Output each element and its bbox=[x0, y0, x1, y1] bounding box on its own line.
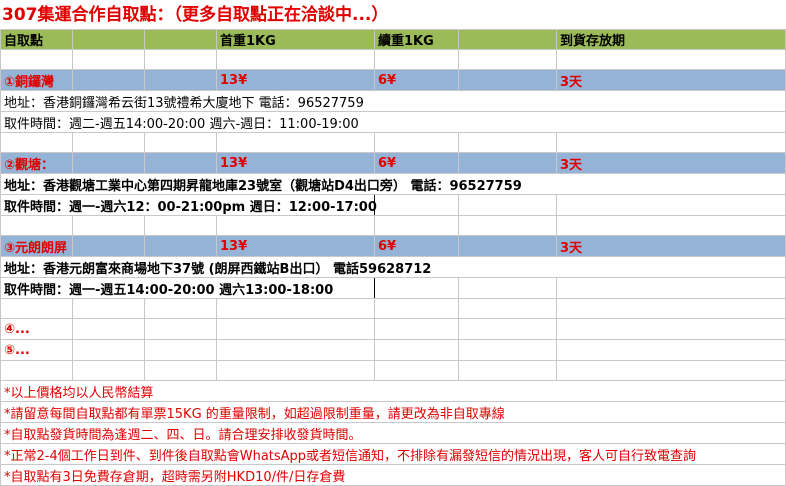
address-row: 地址：香港元朗富來商場地下37號 (朗屏西鐵站B出口） 電話59628712 bbox=[0, 256, 786, 278]
extra-kg-price[interactable]: 6¥ bbox=[374, 235, 459, 257]
extra-kg-price[interactable]: 6¥ bbox=[374, 152, 459, 174]
location-row: ①銅鑼灣 13¥ 6¥ 3天 bbox=[0, 69, 786, 91]
location-hours[interactable]: 取件時間：週一-週六12：00-21:00pm 週日：12:00-17:00 bbox=[0, 194, 377, 216]
first-kg-price[interactable]: 13¥ bbox=[216, 69, 375, 91]
blank-row bbox=[0, 298, 786, 319]
location-name[interactable]: ①銅鑼灣 bbox=[0, 69, 73, 91]
address-row: 地址：香港觀塘工業中心第四期昇龍地庫23號室（觀塘站D4出口旁） 電話：9652… bbox=[0, 173, 786, 195]
first-kg-price[interactable]: 13¥ bbox=[216, 152, 375, 174]
note-text[interactable]: *請留意每間自取點都有單票15KG 的重量限制，如超過限制重量，請更改為非自取專… bbox=[0, 401, 786, 423]
address-row: 地址：香港銅鑼灣希云街13號禮希大廈地下 電話：96527759 bbox=[0, 90, 786, 112]
note-row: *以上價格均以人民幣結算 bbox=[0, 380, 786, 402]
note-text[interactable]: *正常2-4個工作日到件、到件後自取點會WhatsApp或者短信通知，不排除有漏… bbox=[0, 443, 786, 465]
header-extra-kg[interactable]: 續重1KG bbox=[374, 29, 459, 50]
hours-row: 取件時間：週二-週五14:00-20:00 週六-週日：11:00-19:00 bbox=[0, 111, 786, 133]
note-row: *正常2-4個工作日到件、到件後自取點會WhatsApp或者短信通知，不排除有漏… bbox=[0, 443, 786, 465]
location-address[interactable]: 地址：香港銅鑼灣希云街13號禮希大廈地下 電話：96527759 bbox=[0, 90, 786, 112]
blank-row bbox=[0, 360, 786, 381]
note-row: *自取點發貨時間為逢週二、四、日。請合理安排收發貨時間。 bbox=[0, 422, 786, 444]
storage-period[interactable]: 3天 bbox=[556, 235, 786, 257]
more-placeholder[interactable]: ⑤... bbox=[0, 339, 73, 361]
storage-period[interactable]: 3天 bbox=[556, 69, 786, 91]
more-placeholder[interactable]: ④... bbox=[0, 318, 73, 340]
note-text[interactable]: *以上價格均以人民幣結算 bbox=[0, 380, 786, 402]
header-first-kg[interactable]: 首重1KG bbox=[216, 29, 375, 50]
more-row: ⑤... bbox=[0, 339, 786, 361]
note-text[interactable]: *自取點有3日免費存倉期，超時需另附HKD10/件/日存倉費 bbox=[0, 464, 786, 486]
sheet-title: 307集運合作自取點：（更多自取點正在洽談中...） bbox=[2, 5, 389, 25]
location-name[interactable]: ③元朗朗屏 bbox=[0, 235, 73, 257]
note-row: *請留意每間自取點都有單票15KG 的重量限制，如超過限制重量，請更改為非自取專… bbox=[0, 401, 786, 423]
note-text[interactable]: *自取點發貨時間為逢週二、四、日。請合理安排收發貨時間。 bbox=[0, 422, 786, 444]
blank-row bbox=[0, 49, 786, 70]
pickup-table: 自取點 首重1KG 續重1KG 到貨存放期 ①銅鑼灣 13¥ 6¥ 3天 地址：… bbox=[0, 29, 786, 486]
location-row: ③元朗朗屏 13¥ 6¥ 3天 bbox=[0, 235, 786, 257]
location-hours[interactable]: 取件時間：週一-週五14:00-20:00 週六13:00-18:00 bbox=[0, 277, 375, 299]
extra-kg-price[interactable]: 6¥ bbox=[374, 69, 459, 91]
location-address[interactable]: 地址：香港觀塘工業中心第四期昇龍地庫23號室（觀塘站D4出口旁） 電話：9652… bbox=[0, 173, 786, 195]
spreadsheet: 307集運合作自取點：（更多自取點正在洽談中...） 自取點 首重1KG 續重1… bbox=[0, 0, 786, 486]
hours-row: 取件時間：週一-週六12：00-21:00pm 週日：12:00-17:00 bbox=[0, 194, 786, 216]
location-row: ②觀塘： 13¥ 6¥ 3天 bbox=[0, 152, 786, 174]
note-row: *自取點有3日免費存倉期，超時需另附HKD10/件/日存倉費 bbox=[0, 464, 786, 486]
location-hours[interactable]: 取件時間：週二-週五14:00-20:00 週六-週日：11:00-19:00 bbox=[0, 111, 786, 133]
header-pickup-point[interactable]: 自取點 bbox=[0, 29, 73, 50]
first-kg-price[interactable]: 13¥ bbox=[216, 235, 375, 257]
blank-row bbox=[0, 215, 786, 236]
storage-period[interactable]: 3天 bbox=[556, 152, 786, 174]
location-name[interactable]: ②觀塘： bbox=[0, 152, 73, 174]
blank-row bbox=[0, 132, 786, 153]
hours-row: 取件時間：週一-週五14:00-20:00 週六13:00-18:00 bbox=[0, 277, 786, 299]
header-row: 自取點 首重1KG 續重1KG 到貨存放期 bbox=[0, 29, 786, 50]
location-address[interactable]: 地址：香港元朗富來商場地下37號 (朗屏西鐵站B出口） 電話59628712 bbox=[0, 256, 786, 278]
more-row: ④... bbox=[0, 318, 786, 340]
header-storage[interactable]: 到貨存放期 bbox=[556, 29, 786, 50]
